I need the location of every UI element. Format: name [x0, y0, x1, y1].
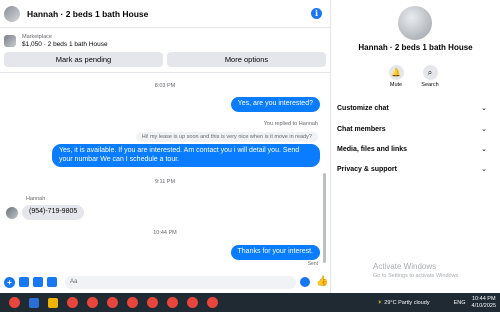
chrome-icon[interactable]: [9, 297, 20, 308]
panel-row-label: Chat members: [337, 126, 386, 133]
chevron-down-icon: ⌄: [481, 126, 487, 133]
panel-row-media[interactable]: Media, files and links ⌄: [337, 146, 487, 153]
info-icon[interactable]: i: [311, 8, 322, 19]
contact-avatar[interactable]: [4, 5, 20, 22]
message-input[interactable]: Aa: [65, 275, 296, 289]
profile-name: Hannah · 2 beds 1 bath House: [358, 43, 473, 52]
chrome-icon[interactable]: [127, 297, 138, 308]
sent-status: Sent: [307, 261, 318, 267]
add-icon[interactable]: +: [4, 276, 15, 288]
bell-icon: 🔔: [388, 65, 404, 80]
sender-avatar[interactable]: [6, 207, 18, 219]
watermark-title: Activate Windows: [373, 262, 437, 271]
chat-scrollbar[interactable]: [323, 173, 326, 263]
timestamp: 9:11 PM: [154, 179, 176, 185]
chrome-icon[interactable]: [187, 297, 198, 308]
outgoing-message[interactable]: Yes, it is available. If you are interes…: [52, 144, 320, 167]
listing-actions: Mark as pending More options: [4, 52, 326, 67]
quoted-message[interactable]: Hi! my lease is up soon and this is very…: [135, 132, 318, 142]
mute-action[interactable]: 🔔 Mute: [383, 65, 409, 88]
chrome-icon[interactable]: [167, 297, 178, 308]
marketplace-label: Marketplace: [22, 34, 52, 40]
timestamp: 8:03 PM: [154, 83, 176, 89]
chrome-icon[interactable]: [147, 297, 158, 308]
clock[interactable]: 10:44 PM 4/10/2025: [472, 296, 496, 309]
taskbar: ☀ 29°C Partly cloudy ENG 10:44 PM 4/10/2…: [0, 293, 500, 312]
panel-row-customize[interactable]: Customize chat ⌄: [337, 105, 487, 112]
chevron-down-icon: ⌄: [481, 146, 487, 153]
chat-header: Hannah · 2 beds 1 bath House i: [0, 0, 330, 28]
emoji-icon[interactable]: [300, 277, 310, 287]
mark-pending-button[interactable]: Mark as pending: [4, 52, 163, 67]
marketplace-listing[interactable]: Marketplace $1,050 · 2 beds 1 bath House: [0, 30, 330, 52]
chrome-icon[interactable]: [67, 297, 78, 308]
panel-row-privacy[interactable]: Privacy & support ⌄: [337, 166, 487, 173]
clock-time: 10:44 PM: [471, 296, 496, 302]
sender-name: Hannah: [26, 196, 46, 202]
image-icon[interactable]: [19, 277, 29, 287]
chevron-down-icon: ⌄: [481, 105, 487, 112]
outgoing-message[interactable]: Thanks for your interest.: [230, 245, 320, 260]
sticker-icon[interactable]: [33, 277, 43, 287]
chrome-icon[interactable]: [87, 297, 98, 308]
watermark-subtitle: Go to Settings to activate Windows.: [373, 273, 460, 279]
activation-watermark: Activate Windows Go to Settings to activ…: [373, 262, 460, 279]
search-icon: ⌕: [422, 65, 438, 80]
weather-condition[interactable]: Partly cloudy: [398, 300, 430, 306]
file-explorer-icon[interactable]: [29, 297, 39, 308]
weather-icon[interactable]: ☀: [377, 300, 382, 306]
weather-temp[interactable]: 29°C: [384, 300, 396, 306]
message-composer: + Aa 👍: [0, 271, 330, 293]
chrome-icon[interactable]: [107, 297, 118, 308]
search-action[interactable]: ⌕ Search: [417, 65, 443, 88]
listing-thumbnail: [4, 35, 16, 47]
search-label: Search: [421, 82, 439, 88]
panel-row-label: Privacy & support: [337, 166, 397, 173]
more-options-button[interactable]: More options: [167, 52, 326, 67]
chrome-icon[interactable]: [207, 297, 218, 308]
profile-avatar[interactable]: [398, 6, 432, 40]
message-list[interactable]: 8:03 PM Yes, are you interested? You rep…: [0, 73, 330, 271]
chat-title[interactable]: Hannah · 2 beds 1 bath House: [27, 9, 148, 19]
chevron-down-icon: ⌄: [481, 166, 487, 173]
timestamp: 10:44 PM: [153, 230, 177, 236]
panel-row-label: Media, files and links: [337, 146, 408, 153]
like-icon[interactable]: 👍: [316, 277, 328, 287]
panel-row-members[interactable]: Chat members ⌄: [337, 126, 487, 133]
conversation-details-panel: Hannah · 2 beds 1 bath House 🔔 Mute ⌕ Se…: [330, 0, 500, 293]
reply-note: You replied to Hannah: [263, 121, 318, 127]
incoming-message[interactable]: (954)-719-9805: [22, 205, 85, 220]
panel-row-label: Customize chat: [337, 105, 389, 112]
mute-label: Mute: [389, 82, 403, 88]
outgoing-message[interactable]: Yes, are you interested?: [230, 97, 320, 112]
folder-icon[interactable]: [48, 297, 58, 308]
listing-price: $1,050 · 2 beds 1 bath House: [22, 41, 108, 48]
system-tray: ☀ 29°C Partly cloudy ENG 10:44 PM 4/10/2…: [377, 295, 496, 310]
gif-icon[interactable]: [47, 277, 57, 287]
language-indicator[interactable]: ENG: [454, 300, 466, 306]
clock-date: 4/10/2025: [471, 302, 496, 309]
